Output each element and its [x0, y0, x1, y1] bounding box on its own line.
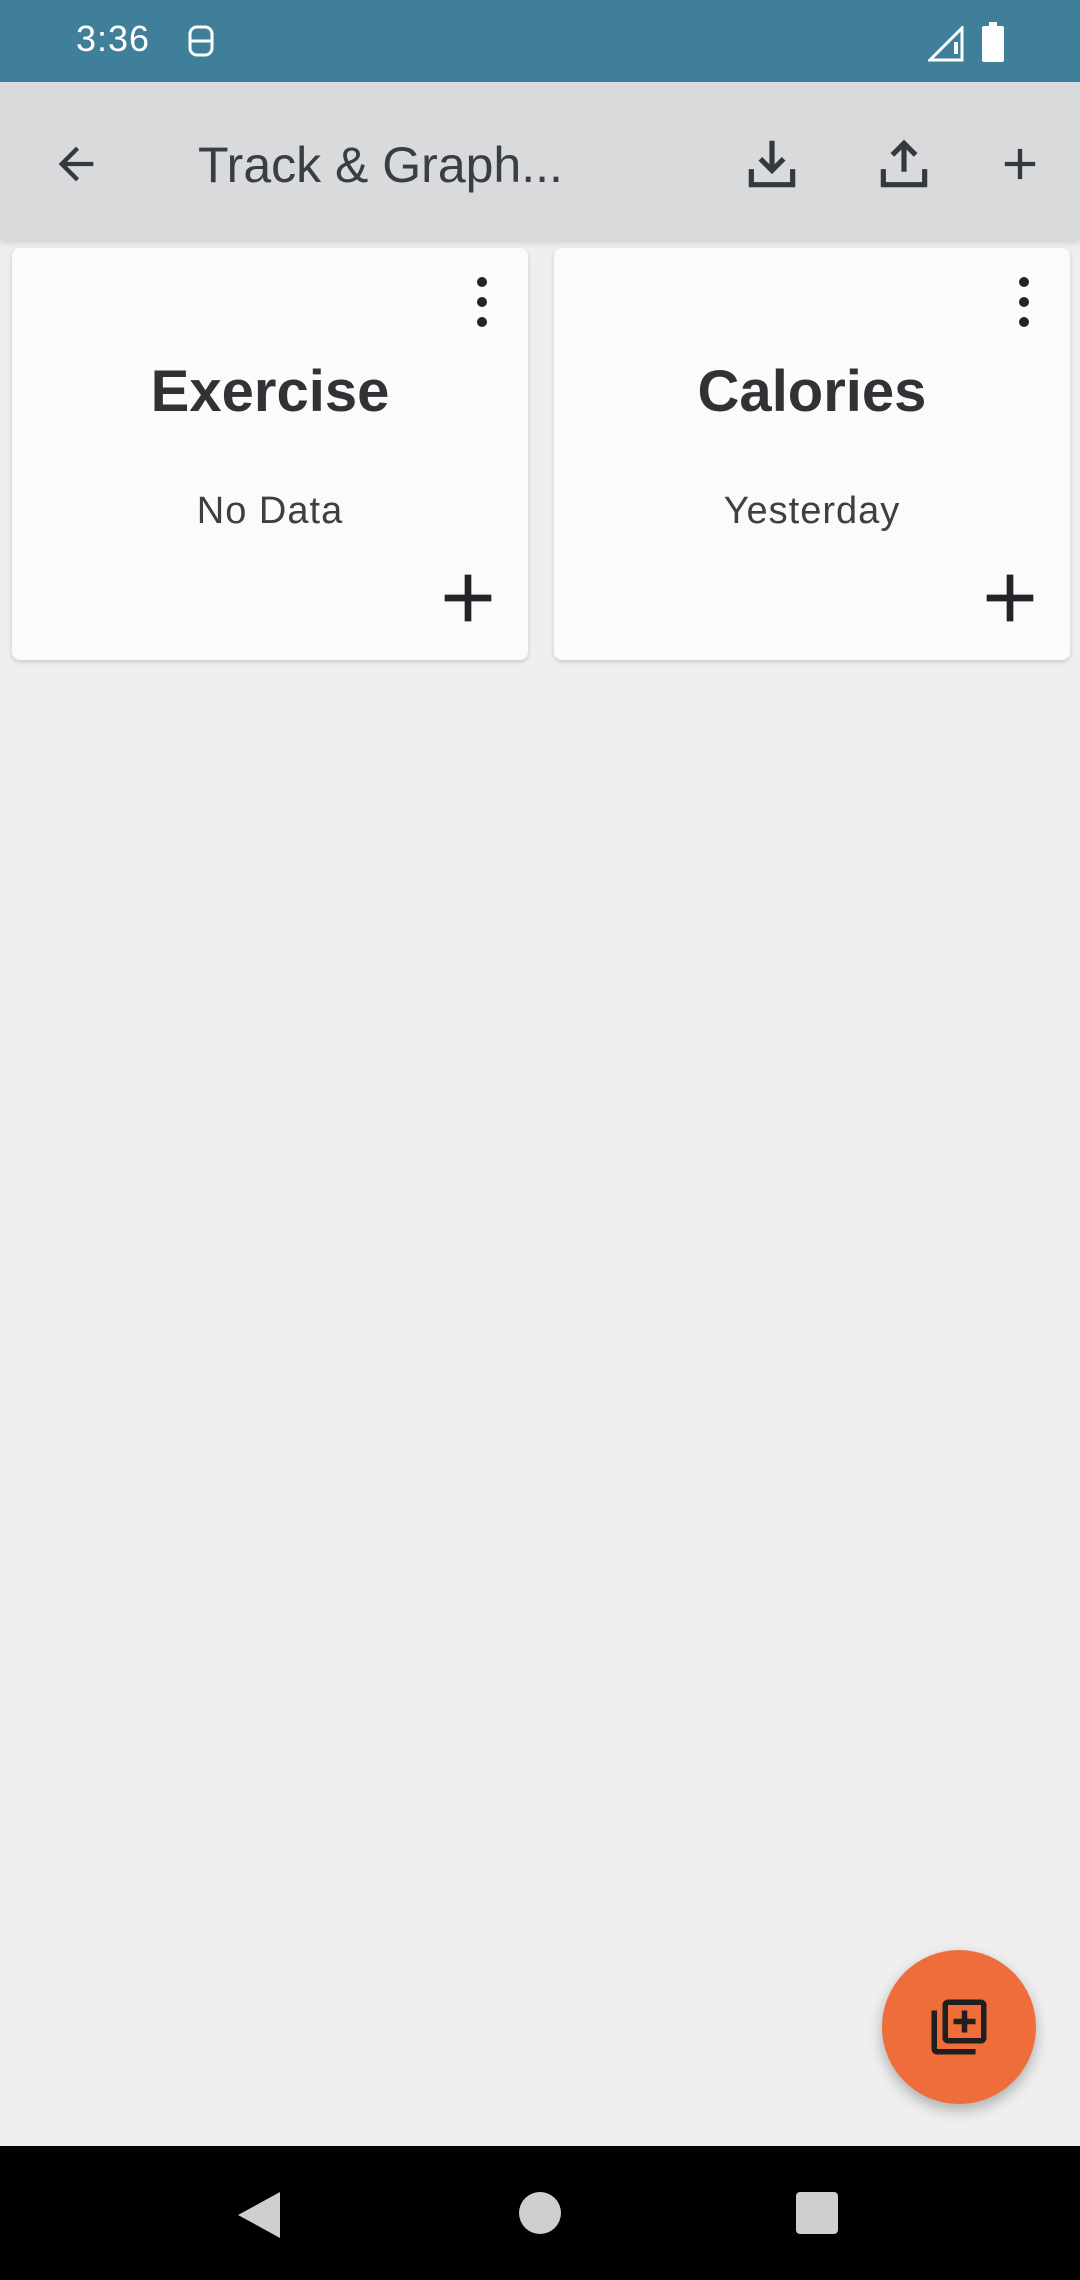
export-button[interactable] — [862, 122, 946, 206]
page-title: Track & Graph... — [198, 137, 563, 193]
add-icon — [1004, 148, 1036, 180]
add-button[interactable] — [978, 122, 1062, 206]
status-time: 3:36 — [76, 18, 151, 59]
arrow-back-icon — [58, 146, 94, 182]
navigation-bar — [0, 2146, 1080, 2280]
signal-icon — [928, 26, 964, 62]
add-to-library-icon — [931, 1999, 987, 2055]
status-bar: 3:36 — [0, 0, 1080, 82]
app-bar: Track & Graph... — [0, 82, 1080, 240]
more-vert-icon[interactable] — [472, 274, 492, 330]
more-vert-icon[interactable] — [1014, 274, 1034, 330]
add-entry-icon[interactable] — [978, 566, 1042, 630]
screen: 3:36 Track & Graph... Exercise No Data C… — [0, 0, 1080, 2280]
upload-icon — [880, 139, 928, 188]
add-entry-icon[interactable] — [436, 566, 500, 630]
nav-back-icon[interactable] — [236, 2190, 282, 2240]
tracker-card-exercise[interactable]: Exercise No Data — [12, 248, 528, 660]
card-title: Exercise — [150, 359, 390, 424]
tracker-card-calories[interactable]: Calories Yesterday — [554, 248, 1070, 660]
nav-recents-icon[interactable] — [796, 2192, 838, 2234]
card-last-entry: No Data — [196, 490, 344, 532]
back-button[interactable] — [36, 124, 116, 204]
import-button[interactable] — [730, 122, 814, 206]
add-tracker-fab[interactable] — [882, 1950, 1036, 2104]
nav-home-icon[interactable] — [519, 2192, 561, 2234]
card-title: Calories — [697, 359, 927, 424]
download-icon — [748, 140, 796, 188]
keyboard-icon — [188, 25, 214, 57]
battery-icon — [982, 22, 1004, 62]
card-last-entry: Yesterday — [723, 490, 901, 532]
